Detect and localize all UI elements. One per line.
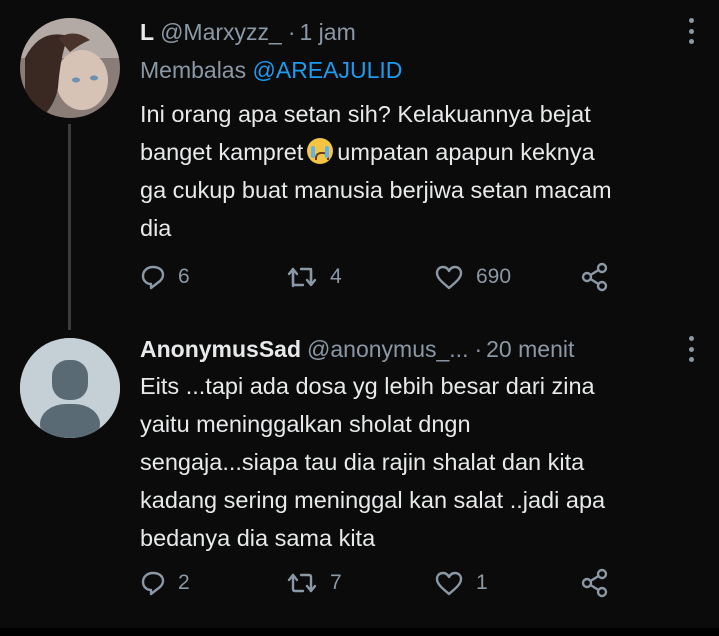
- separator: ·: [287, 18, 296, 45]
- retweet-button[interactable]: 7: [286, 566, 342, 600]
- replying-to: Membalas @AREAJULID: [140, 57, 402, 84]
- text-line: dia: [140, 215, 172, 241]
- user-avatar[interactable]: [20, 18, 120, 118]
- timestamp[interactable]: 20 menit: [486, 336, 574, 363]
- reply-button[interactable]: 6: [140, 260, 190, 294]
- text-line: bedanya dia sama kita: [140, 525, 376, 551]
- tweet-actions: 6 4 690: [140, 260, 620, 294]
- reply-count: 6: [178, 265, 190, 288]
- display-name[interactable]: AnonymusSad: [140, 336, 301, 363]
- user-handle[interactable]: @anonymus_...: [307, 336, 468, 363]
- replying-prefix: Membalas: [140, 57, 247, 83]
- like-button[interactable]: 1: [434, 566, 488, 600]
- share-button[interactable]: [580, 260, 610, 294]
- tweet-text: Eits ...tapi ada dosa yg lebih besar dar…: [140, 367, 700, 557]
- reply-count: 2: [178, 571, 190, 594]
- default-avatar[interactable]: [20, 338, 120, 438]
- display-name[interactable]: L: [140, 19, 154, 46]
- heart-icon: [435, 571, 463, 596]
- crying-face-emoji: [307, 138, 334, 164]
- tweet[interactable]: L @Marxyzz_ · 1 jam Membalas @AREAJULID …: [0, 0, 719, 330]
- text-line: sengaja...siapa tau dia rajin shalat dan…: [140, 449, 585, 475]
- reply-icon: [141, 571, 165, 596]
- text-line: ga cukup buat manusia berjiwa setan maca…: [140, 177, 612, 203]
- tweet[interactable]: AnonymusSad @anonymus_... · 20 menit Eit…: [0, 322, 719, 636]
- text-line: Eits ...tapi ada dosa yg lebih besar dar…: [140, 373, 595, 399]
- share-icon: [581, 568, 608, 598]
- share-icon: [581, 262, 608, 292]
- like-button[interactable]: 690: [434, 260, 511, 294]
- tweet-header: L @Marxyzz_ · 1 jam: [140, 15, 356, 49]
- retweet-icon: [287, 573, 317, 593]
- tweet-actions: 2 7 1: [140, 566, 620, 600]
- reply-button[interactable]: 2: [140, 566, 190, 600]
- text-line: banget kampret umpatan apapun keknya: [140, 138, 595, 165]
- separator: ·: [474, 335, 483, 362]
- more-options-icon[interactable]: [687, 336, 695, 362]
- reply-icon: [141, 265, 165, 290]
- tweet-header: AnonymusSad @anonymus_... · 20 menit: [140, 332, 574, 366]
- like-count: 690: [476, 265, 512, 288]
- heart-icon: [435, 265, 463, 290]
- retweet-count: 4: [330, 265, 342, 288]
- tweet-text: Ini orang apa setan sih? Kelakuannya bej…: [140, 95, 700, 247]
- text-line: Ini orang apa setan sih? Kelakuannya bej…: [140, 101, 591, 127]
- timestamp[interactable]: 1 jam: [299, 19, 355, 46]
- retweet-count: 7: [330, 571, 342, 594]
- retweet-icon: [287, 267, 317, 288]
- user-handle[interactable]: @Marxyzz_: [160, 19, 282, 46]
- text-line: kadang sering meninggal kan salat ..jadi…: [140, 487, 606, 513]
- thread-line: [68, 124, 71, 330]
- more-options-icon[interactable]: [687, 18, 695, 44]
- bottom-divider: [0, 628, 719, 636]
- text-line: yaitu meninggalkan sholat dngn: [140, 411, 471, 437]
- mention-link[interactable]: @AREAJULID: [253, 57, 403, 83]
- share-button[interactable]: [580, 566, 610, 600]
- like-count: 1: [476, 571, 488, 594]
- retweet-button[interactable]: 4: [286, 260, 342, 294]
